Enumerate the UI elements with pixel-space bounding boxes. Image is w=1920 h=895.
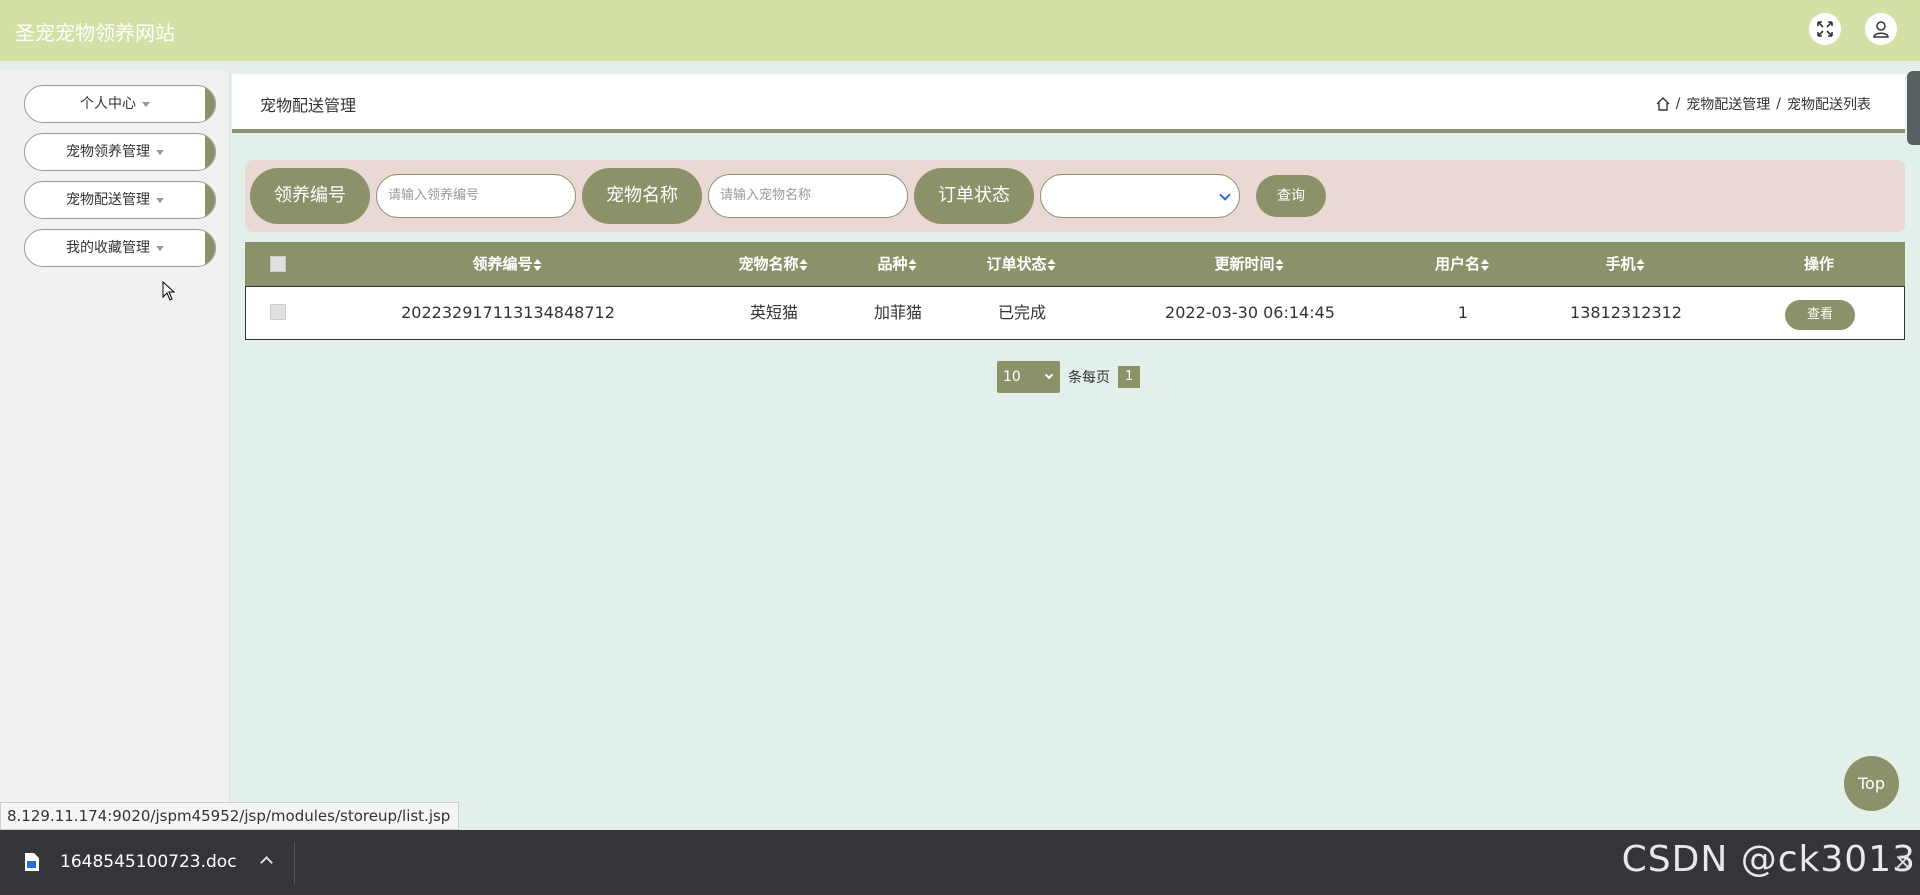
- mouse-cursor-icon: [162, 281, 176, 301]
- expand-icon: [1817, 21, 1833, 37]
- page-size-value: 10: [1003, 369, 1021, 385]
- sort-icon: [1481, 258, 1490, 271]
- cell-adopt-no: 20223291711313484871​2: [401, 303, 615, 322]
- cell-breed: 加菲猫: [873, 303, 923, 322]
- sort-icon: [1636, 258, 1645, 271]
- order-status-label: 订单状态: [914, 168, 1034, 224]
- column-header[interactable]: 领养编号: [472, 242, 542, 286]
- pagination: 10 条每页 1: [997, 361, 1141, 393]
- row-checkbox[interactable]: [270, 304, 286, 320]
- chevron-down-icon: [1219, 189, 1231, 201]
- view-button[interactable]: 查看: [1785, 300, 1855, 330]
- scrollbar-handle[interactable]: [1907, 71, 1920, 145]
- user-icon: [1873, 21, 1889, 38]
- download-filename: 1648545100723.doc: [60, 852, 237, 872]
- sidebar-item-accent: [205, 182, 215, 218]
- status-bar-url: 8.129.11.174:9020/jspm45952/jsp/modules/…: [0, 802, 460, 830]
- divider: [294, 842, 295, 884]
- caret-down-icon: [156, 149, 164, 155]
- page-number-current[interactable]: 1: [1118, 366, 1141, 388]
- column-header[interactable]: 更新时间: [1214, 242, 1284, 286]
- breadcrumb: / 宠物配送管理 / 宠物配送列表: [1656, 94, 1871, 114]
- sidebar-item-accent: [205, 134, 215, 170]
- caret-down-icon: [156, 245, 164, 251]
- caret-down-icon: [142, 101, 150, 107]
- adopt-no-label: 领养编号: [250, 168, 370, 224]
- page-header: 宠物配送管理 / 宠物配送管理 / 宠物配送列表: [232, 74, 1905, 133]
- sidebar-item-label: 我的收藏管理: [66, 240, 150, 256]
- page-size-select[interactable]: 10: [997, 361, 1060, 393]
- sidebar-item-accent: [205, 230, 215, 266]
- column-header[interactable]: 宠物名称: [738, 242, 808, 286]
- top-bar: 圣宠宠物领养网站: [0, 0, 1920, 61]
- download-item[interactable]: 1648545100723.doc: [24, 852, 237, 872]
- watermark: CSDN @ck3013: [1621, 839, 1916, 880]
- column-header[interactable]: 用户名: [1435, 242, 1490, 286]
- caret-down-icon: [156, 197, 164, 203]
- order-status-select[interactable]: [1040, 174, 1240, 218]
- cell-updated: 2022-03-30 06:14:45: [1165, 303, 1335, 322]
- fullscreen-button[interactable]: [1809, 13, 1841, 45]
- chevron-up-icon[interactable]: [260, 856, 273, 869]
- sidebar-item-accent: [205, 86, 215, 122]
- breadcrumb-item[interactable]: 宠物配送管理: [1686, 94, 1770, 114]
- download-bar: 1648545100723.doc CSDN @ck3013 ×: [0, 830, 1920, 895]
- back-to-top-button[interactable]: Top: [1844, 756, 1899, 811]
- header-strip: [0, 61, 1920, 71]
- table-header: 领养编号 宠物名称 品种 订单状态 更新时间 用户名 手机 操作: [245, 242, 1905, 286]
- breadcrumb-separator: /: [1776, 96, 1781, 112]
- column-header-action: 操作: [1803, 255, 1835, 273]
- sort-icon: [799, 258, 808, 271]
- sidebar-item-delivery-mgmt[interactable]: 宠物配送管理: [24, 181, 216, 219]
- document-icon: [25, 853, 39, 871]
- sidebar-item-label: 宠物配送管理: [66, 192, 150, 208]
- breadcrumb-separator: /: [1675, 96, 1681, 112]
- sort-icon: [1047, 258, 1056, 271]
- cell-pet-name: 英短猫: [749, 303, 799, 322]
- data-table: 领养编号 宠物名称 品种 订单状态 更新时间 用户名 手机 操作 2022329…: [245, 242, 1905, 340]
- sidebar: 个人中心 宠物领养管理 宠物配送管理 我的收藏管理: [0, 71, 230, 830]
- column-header[interactable]: 品种: [877, 242, 917, 286]
- query-button[interactable]: 查询: [1256, 175, 1326, 217]
- home-icon[interactable]: [1656, 97, 1670, 111]
- pet-name-input[interactable]: 请输入宠物名称: [708, 174, 908, 218]
- sidebar-item-label: 个人中心: [80, 96, 136, 112]
- user-button[interactable]: [1865, 13, 1897, 45]
- sidebar-item-favorites-mgmt[interactable]: 我的收藏管理: [24, 229, 216, 267]
- cell-status: 已完成: [997, 303, 1047, 322]
- search-bar: 领养编号 请输入领养编号 宠物名称 请输入宠物名称 订单状态 查询: [245, 160, 1905, 232]
- breadcrumb-item: 宠物配送列表: [1787, 97, 1871, 113]
- chevron-down-icon: [1044, 370, 1054, 380]
- sort-icon: [1275, 258, 1284, 271]
- select-all-checkbox[interactable]: [270, 256, 286, 272]
- table-row: 20223291711313484871​2 英短猫 加菲猫 已完成 2022-…: [245, 286, 1905, 340]
- column-header[interactable]: 订单状态: [986, 242, 1056, 286]
- sidebar-item-adoption-mgmt[interactable]: 宠物领养管理: [24, 133, 216, 171]
- sidebar-item-label: 宠物领养管理: [66, 144, 150, 160]
- cell-phone: 13812312312: [1570, 303, 1682, 322]
- sort-icon: [908, 258, 917, 271]
- per-page-label: 条每页: [1068, 370, 1110, 386]
- pet-name-label: 宠物名称: [582, 168, 702, 224]
- app-title: 圣宠宠物领养网站: [15, 21, 175, 45]
- page-title: 宠物配送管理: [260, 96, 357, 115]
- adopt-no-input[interactable]: 请输入领养编号: [376, 174, 576, 218]
- cell-username: 1: [1457, 303, 1469, 322]
- sidebar-item-personal-center[interactable]: 个人中心: [24, 85, 216, 123]
- close-icon[interactable]: ×: [1894, 850, 1912, 875]
- sort-icon: [533, 258, 542, 271]
- column-header[interactable]: 手机: [1605, 242, 1645, 286]
